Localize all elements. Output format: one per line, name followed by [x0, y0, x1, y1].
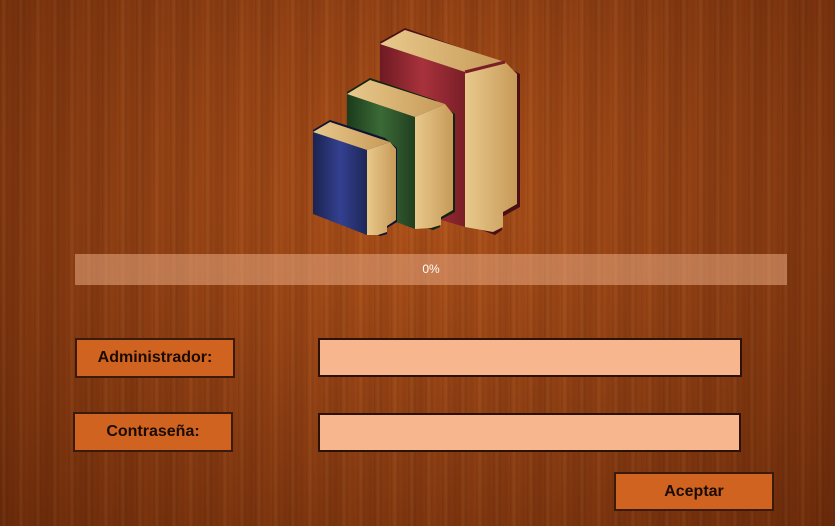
books-icon	[305, 22, 530, 237]
password-input[interactable]	[318, 413, 741, 452]
administrator-input[interactable]	[318, 338, 742, 377]
accept-button[interactable]: Aceptar	[614, 472, 774, 511]
loading-progress-bar: 0%	[75, 254, 787, 285]
progress-percent-label: 0%	[422, 262, 440, 276]
administrator-label: Administrador:	[75, 338, 235, 378]
password-label: Contraseña:	[73, 412, 233, 452]
